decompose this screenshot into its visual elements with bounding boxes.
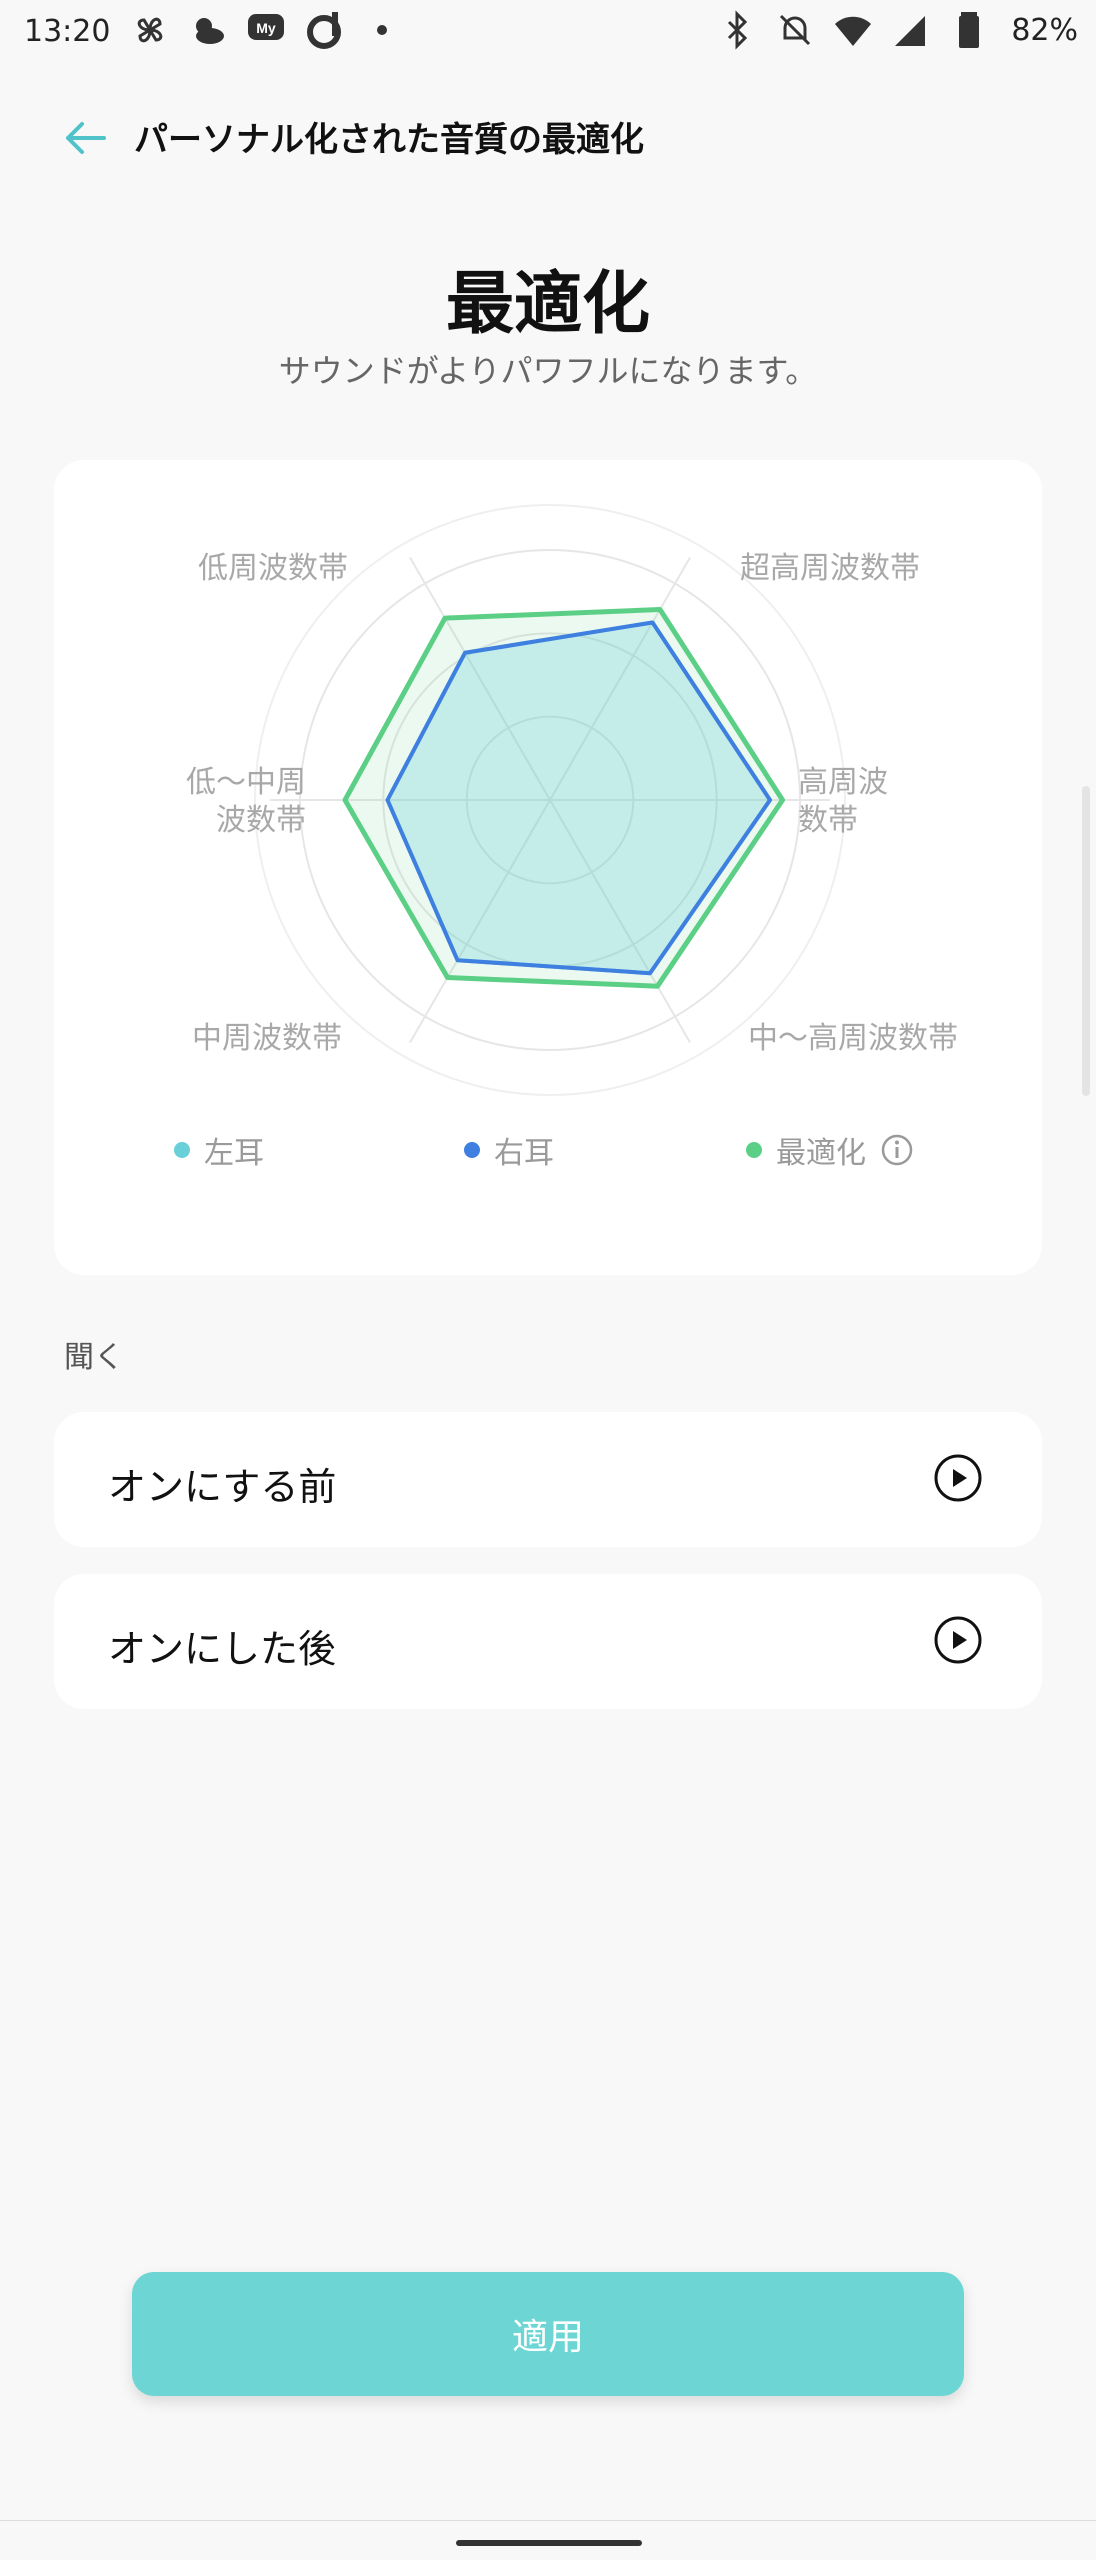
legend-dot-right-ear: [464, 1142, 480, 1158]
legend-optimized: 最適化: [746, 1128, 914, 1172]
info-icon[interactable]: [880, 1133, 914, 1167]
home-indicator[interactable]: [456, 2540, 642, 2546]
play-icon[interactable]: [932, 1614, 984, 1666]
axis-label-low-mid: 低〜中周波数帯: [186, 765, 306, 838]
legend-dot-optimized: [746, 1142, 762, 1158]
legend-dot-left-ear: [174, 1142, 190, 1158]
listen-section-label: 聞く: [64, 1340, 124, 1375]
axis-label-high: 高周波数帯: [798, 765, 888, 838]
legend-left-ear: 左耳: [174, 1128, 264, 1172]
axis-label-mid-high: 中〜高周波数帯: [748, 1021, 958, 1056]
apply-button[interactable]: 適用: [132, 2272, 964, 2396]
radar-chart: [254, 504, 846, 1096]
axis-label-low: 低周波数帯: [198, 551, 348, 586]
apply-button-label: 適用: [511, 2317, 584, 2358]
legend-label-optimized: 最適化: [776, 1136, 866, 1171]
play-icon[interactable]: [932, 1452, 984, 1504]
after-on-row[interactable]: オンにした後: [54, 1574, 1042, 1709]
legend-right-ear: 右耳: [464, 1128, 554, 1172]
nav-divider: [0, 2520, 1096, 2521]
after-on-label: オンにした後: [108, 1627, 337, 1671]
axis-label-super-high: 超高周波数帯: [740, 551, 920, 586]
before-on-label: オンにする前: [108, 1465, 337, 1509]
legend-label-left-ear: 左耳: [204, 1136, 264, 1171]
legend-label-right-ear: 右耳: [494, 1136, 554, 1171]
scrollbar[interactable]: [1082, 786, 1090, 1096]
axis-label-mid: 中周波数帯: [192, 1021, 342, 1056]
before-on-row[interactable]: オンにする前: [54, 1412, 1042, 1547]
